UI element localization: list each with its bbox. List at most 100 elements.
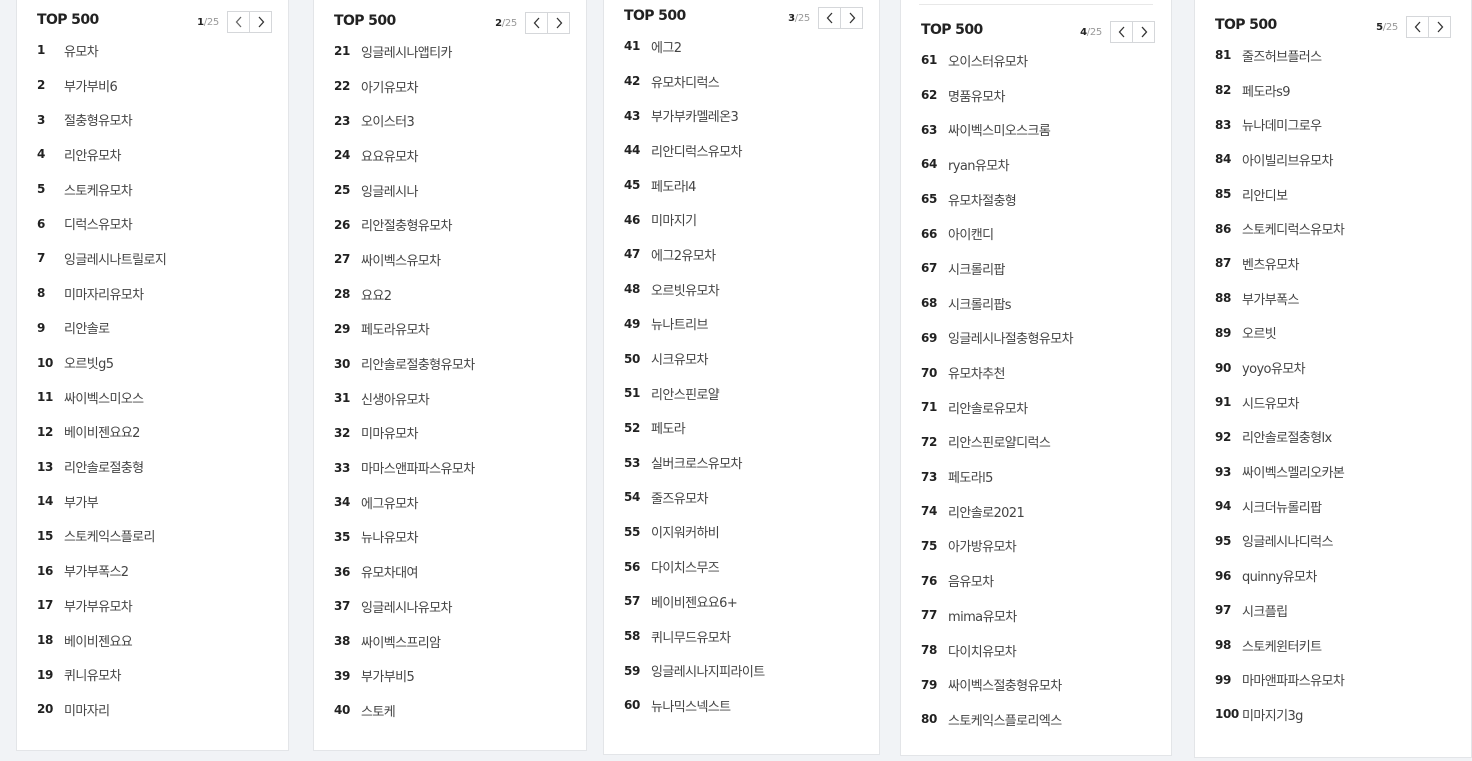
keyword-link[interactable]: 잉글레시나절충형유모차 <box>948 328 1074 347</box>
keyword-link[interactable]: 스토케익스플로리엑스 <box>948 710 1062 729</box>
keyword-link[interactable]: 리안솔로 <box>64 318 110 337</box>
keyword-link[interactable]: 잉글레시나트릴로지 <box>64 249 167 268</box>
keyword-link[interactable]: 부가부 <box>64 492 99 511</box>
keyword-link[interactable]: 리안솔로절충형유모차 <box>361 354 475 373</box>
keyword-link[interactable]: 이지워커하비 <box>651 522 720 541</box>
next-page-button[interactable] <box>249 11 272 33</box>
keyword-link[interactable]: 시크롤리팝 <box>948 259 1005 278</box>
keyword-link[interactable]: 싸이벡스유모차 <box>361 250 441 269</box>
keyword-link[interactable]: 부가부유모차 <box>64 596 133 615</box>
keyword-link[interactable]: 미마지기 <box>651 210 697 229</box>
keyword-link[interactable]: quinny유모차 <box>1242 566 1317 585</box>
keyword-link[interactable]: 페도라s9 <box>1242 81 1291 100</box>
keyword-link[interactable]: 부가부비6 <box>64 76 118 95</box>
keyword-link[interactable]: mima유모차 <box>948 606 1017 625</box>
keyword-link[interactable]: 퀴니유모차 <box>64 665 121 684</box>
keyword-link[interactable]: 유모차 <box>64 41 99 60</box>
keyword-link[interactable]: 잉글레시나디럭스 <box>1242 531 1333 550</box>
keyword-link[interactable]: 부가부비5 <box>361 666 415 685</box>
keyword-link[interactable]: 리안솔로절충형 <box>64 457 144 476</box>
keyword-link[interactable]: 요요2 <box>361 285 392 304</box>
keyword-link[interactable]: 유모차절충형 <box>948 190 1017 209</box>
keyword-link[interactable]: 베이비젠요요 <box>64 631 133 650</box>
keyword-link[interactable]: 미마지기3g <box>1242 705 1303 724</box>
prev-page-button[interactable] <box>525 12 548 34</box>
keyword-link[interactable]: 싸이벡스미오스크롬 <box>948 120 1051 139</box>
keyword-link[interactable]: 시크롤리팝s <box>948 294 1012 313</box>
keyword-link[interactable]: 마마앤파파스유모차 <box>1242 670 1345 689</box>
keyword-link[interactable]: 시크플립 <box>1242 601 1288 620</box>
keyword-link[interactable]: 리안유모차 <box>64 145 121 164</box>
keyword-link[interactable]: 오르빗g5 <box>64 353 114 372</box>
keyword-link[interactable]: 디럭스유모차 <box>64 214 133 233</box>
keyword-link[interactable]: 아이빌리브유모차 <box>1242 150 1333 169</box>
keyword-link[interactable]: 싸이벡스프리암 <box>361 632 441 651</box>
keyword-link[interactable]: 페도라 <box>651 418 686 437</box>
keyword-link[interactable]: 페도라l4 <box>651 176 696 195</box>
keyword-link[interactable]: 스토케유모차 <box>64 180 133 199</box>
keyword-link[interactable]: 싸이벡스미오스 <box>64 388 144 407</box>
keyword-link[interactable]: 줄즈허브플러스 <box>1242 46 1322 65</box>
keyword-link[interactable]: 마마스앤파파스유모차 <box>361 458 475 477</box>
keyword-link[interactable]: 오이스터3 <box>361 111 415 130</box>
keyword-link[interactable]: 리안디보 <box>1242 185 1288 204</box>
keyword-link[interactable]: 뉴나트리브 <box>651 314 708 333</box>
keyword-link[interactable]: 페도라l5 <box>948 467 993 486</box>
keyword-link[interactable]: 싸이벡스절충형유모차 <box>948 675 1062 694</box>
keyword-link[interactable]: 스토케디럭스유모차 <box>1242 219 1345 238</box>
keyword-link[interactable]: 부가부폭스2 <box>64 561 129 580</box>
next-page-button[interactable] <box>547 12 570 34</box>
keyword-link[interactable]: 뉴나유모차 <box>361 527 418 546</box>
keyword-link[interactable]: 오이스터유모차 <box>948 51 1028 70</box>
keyword-link[interactable]: 미마자리유모차 <box>64 284 144 303</box>
next-page-button[interactable] <box>840 7 863 29</box>
keyword-link[interactable]: 부가부카멜레온3 <box>651 106 739 125</box>
keyword-link[interactable]: 요요유모차 <box>361 146 418 165</box>
keyword-link[interactable]: 에그유모차 <box>361 493 418 512</box>
keyword-link[interactable]: 잉글레시나지피라이트 <box>651 661 765 680</box>
keyword-link[interactable]: 오르빗 <box>1242 323 1277 342</box>
keyword-link[interactable]: 다이치유모차 <box>948 641 1017 660</box>
next-page-button[interactable] <box>1428 16 1451 38</box>
keyword-link[interactable]: 잉글레시나 <box>361 181 418 200</box>
keyword-link[interactable]: 아가방유모차 <box>948 536 1017 555</box>
keyword-link[interactable]: 스토케윈터키트 <box>1242 636 1322 655</box>
keyword-link[interactable]: 오르빗유모차 <box>651 280 720 299</box>
keyword-link[interactable]: 리안절충형유모차 <box>361 215 452 234</box>
keyword-link[interactable]: 에그2 <box>651 37 682 56</box>
keyword-link[interactable]: 아기유모차 <box>361 77 418 96</box>
keyword-link[interactable]: 뉴나믹스넥스트 <box>651 696 731 715</box>
keyword-link[interactable]: 리안디럭스유모차 <box>651 141 742 160</box>
prev-page-button[interactable] <box>227 11 250 33</box>
keyword-link[interactable]: 부가부폭스 <box>1242 289 1299 308</box>
keyword-link[interactable]: 잉글레시나앱티카 <box>361 42 452 61</box>
keyword-link[interactable]: 유모차추천 <box>948 363 1005 382</box>
keyword-link[interactable]: 리안스핀로얄 <box>651 384 720 403</box>
keyword-link[interactable]: 미마유모차 <box>361 423 418 442</box>
keyword-link[interactable]: 리안솔로유모차 <box>948 398 1028 417</box>
keyword-link[interactable]: 리안솔로절충형lx <box>1242 427 1332 446</box>
keyword-link[interactable]: 시크더뉴롤리팝 <box>1242 497 1322 516</box>
keyword-link[interactable]: 잉글레시나유모차 <box>361 597 452 616</box>
keyword-link[interactable]: 리안솔로2021 <box>948 502 1025 521</box>
keyword-link[interactable]: 시크유모차 <box>651 349 708 368</box>
keyword-link[interactable]: 페도라유모차 <box>361 319 430 338</box>
keyword-link[interactable]: 다이치스무즈 <box>651 557 720 576</box>
keyword-link[interactable]: 스토케 <box>361 701 396 720</box>
keyword-link[interactable]: 퀴니무드유모차 <box>651 627 731 646</box>
keyword-link[interactable]: 아이캔디 <box>948 224 994 243</box>
keyword-link[interactable]: 절충형유모차 <box>64 110 133 129</box>
keyword-link[interactable]: 벤츠유모차 <box>1242 254 1299 273</box>
keyword-link[interactable]: 뉴나데미그로우 <box>1242 115 1322 134</box>
keyword-link[interactable]: 신생아유모차 <box>361 389 430 408</box>
keyword-link[interactable]: 음유모차 <box>948 571 994 590</box>
keyword-link[interactable]: ryan유모차 <box>948 155 1010 174</box>
keyword-link[interactable]: 실버크로스유모차 <box>651 453 742 472</box>
next-page-button[interactable] <box>1132 21 1155 43</box>
keyword-link[interactable]: 스토케익스플로리 <box>64 526 155 545</box>
keyword-link[interactable]: 시드유모차 <box>1242 393 1299 412</box>
keyword-link[interactable]: 미마자리 <box>64 700 110 719</box>
keyword-link[interactable]: 리안스핀로얄디럭스 <box>948 432 1051 451</box>
prev-page-button[interactable] <box>1110 21 1133 43</box>
prev-page-button[interactable] <box>818 7 841 29</box>
